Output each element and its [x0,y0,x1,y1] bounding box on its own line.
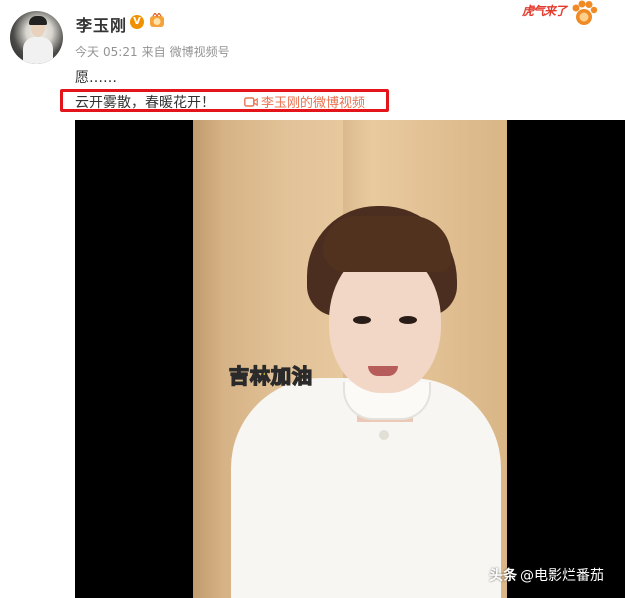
avatar-hair [29,16,47,25]
post-text-line2: 云开雾散，春暖花开！ [75,95,215,111]
post-meta: 今天 05:21 来自 微博视频号 [75,43,234,60]
medal-icon [150,13,164,27]
curtain-left [193,120,223,598]
post-text-line1: 愿…… [75,70,117,86]
post-source-prefix: 来自 [141,45,166,59]
sticker-text: 虎气来了 [522,4,567,18]
person-eye-left [353,316,371,324]
post-time-prefix: 今天 [75,45,100,59]
video-frame [193,120,507,598]
verified-badge-icon: V [130,15,144,29]
tiger-year-sticker: 虎气来了 [522,0,602,30]
person-fringe [323,216,451,272]
video-link[interactable]: 李玉刚的微博视频 [244,92,365,111]
watermark-handle: @电影烂番茄 [520,568,604,584]
person-eye-right [399,316,417,324]
watermark: 头条 @电影烂番茄 [489,565,604,585]
video-camera-icon [244,97,258,107]
shirt-button [379,430,389,440]
post-source[interactable]: 微博视频号 [170,45,230,59]
tiger-paw-sticker-icon [572,0,598,25]
watermark-brand: 头条 [489,568,517,584]
post-time[interactable]: 05:21 [103,45,138,59]
username-link[interactable]: 李玉刚 [76,12,127,36]
avatar-robe [23,37,53,64]
avatar[interactable] [10,11,63,64]
video-player[interactable] [75,120,625,598]
weibo-post: 李玉刚 V 虎气来了 今天 05:21 来自 微博视频号 愿…… 云开雾散，春暖花开！… [0,0,640,598]
video-caption: 吉林加油 [228,363,313,389]
video-link-label: 李玉刚的微博视频 [261,96,366,111]
